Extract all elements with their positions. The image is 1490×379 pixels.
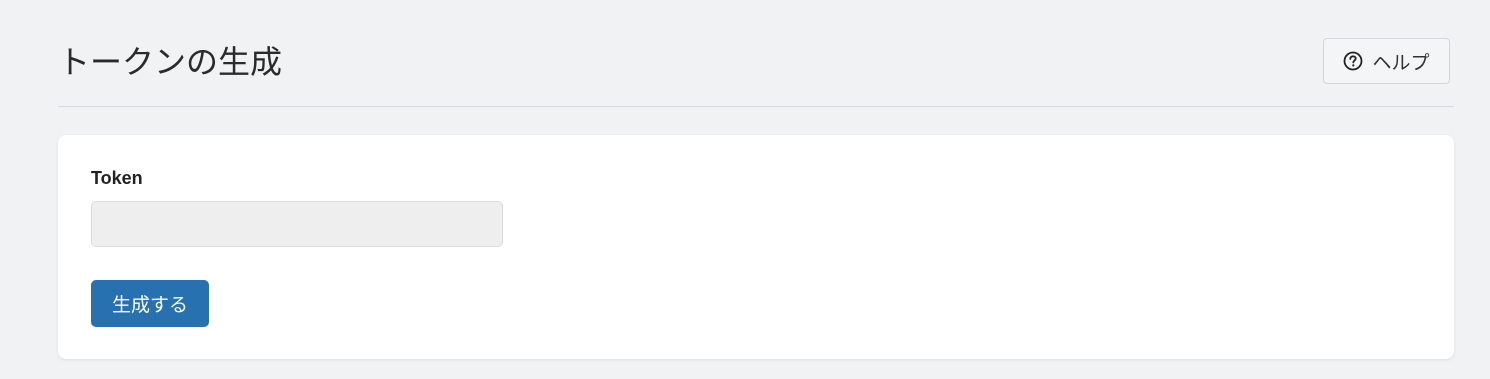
token-field[interactable]: [91, 201, 503, 247]
token-card: Token 生成する: [58, 135, 1454, 359]
page-header: トークンの生成 ヘルプ: [58, 0, 1454, 107]
generate-button[interactable]: 生成する: [91, 280, 209, 327]
help-button[interactable]: ヘルプ: [1323, 38, 1450, 84]
token-label: Token: [91, 168, 143, 188]
page-title: トークンの生成: [58, 43, 283, 81]
question-circle-icon: [1343, 51, 1363, 71]
help-button-label: ヘルプ: [1372, 51, 1430, 74]
